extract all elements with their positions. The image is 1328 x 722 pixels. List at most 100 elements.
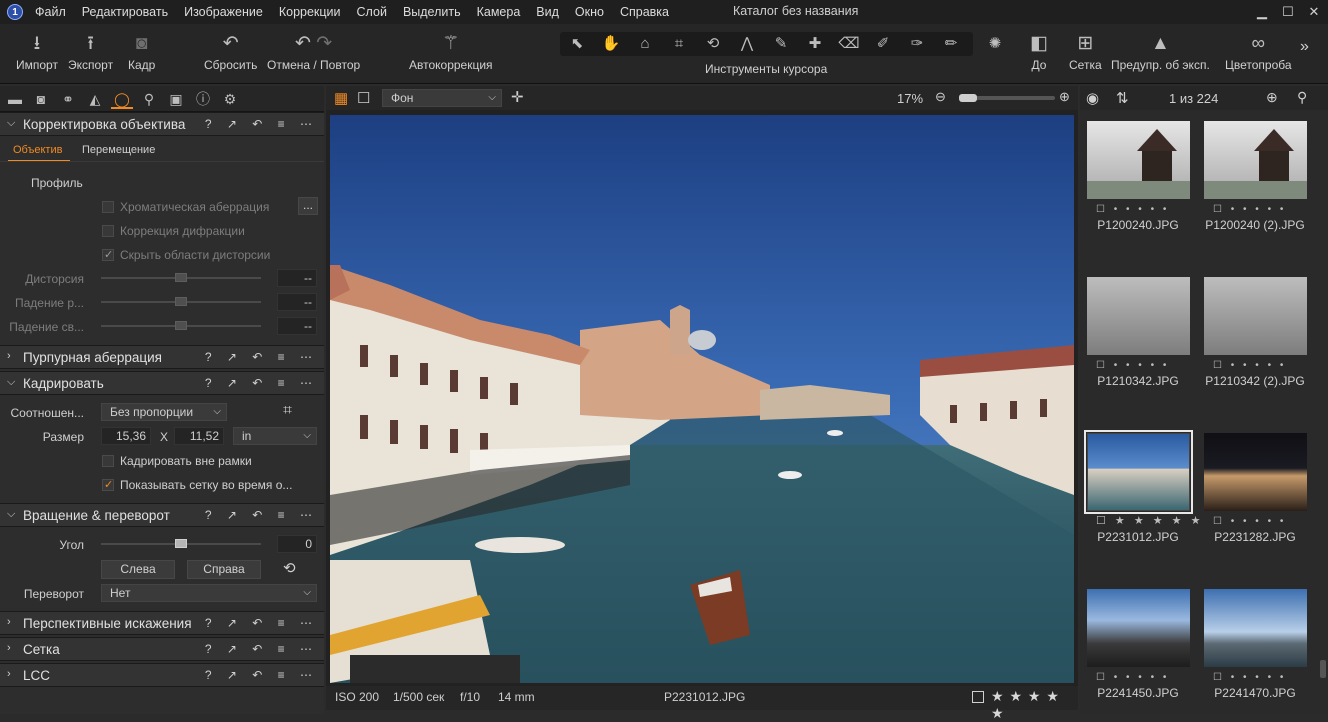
thumbnail-meta[interactable]: ☐ • • • • • — [1096, 360, 1169, 371]
thumbnail-meta[interactable]: ☐ • • • • • — [1213, 360, 1286, 371]
search-icon[interactable]: ⚲ — [1297, 89, 1307, 106]
unit-select[interactable]: in ⌵ — [233, 427, 317, 445]
hide-distortion-checkbox[interactable] — [102, 248, 114, 261]
thumbnail-meta[interactable]: ☐ • • • • • — [1213, 204, 1286, 215]
menu-file[interactable]: Файл — [35, 5, 66, 19]
menu-adjustments[interactable]: Коррекции — [279, 5, 341, 19]
close-icon[interactable]: ✕ — [1304, 2, 1324, 22]
color-tab-icon[interactable]: ⚭ — [57, 89, 79, 109]
lcc-header[interactable]: › LCC ? ↗ ↶ ≡ ⋯ — [0, 663, 324, 687]
crop-tool-icon[interactable]: ⌗ — [666, 34, 692, 54]
thumbnail-6[interactable] — [1204, 433, 1307, 511]
select-cursor-icon[interactable]: ⬉ — [564, 34, 590, 54]
undo-redo-button[interactable]: ↶ ↷ Отмена / Повтор — [267, 32, 360, 72]
menu-view[interactable]: Вид — [536, 5, 559, 19]
thumbnail-5-selected[interactable] — [1084, 430, 1193, 514]
capture-tab-icon[interactable]: ◙ — [30, 89, 52, 109]
import-button[interactable]: ⭳ Импорт — [16, 32, 58, 72]
keystone-icon[interactable]: ⋀ — [734, 34, 760, 54]
background-select[interactable]: Фон ⌵ — [382, 89, 502, 107]
app-logo-icon[interactable]: 1 — [7, 4, 23, 20]
color-tag-checkbox[interactable] — [972, 691, 984, 703]
falloff-value[interactable]: -- — [277, 293, 317, 311]
crop-header[interactable]: ⌵ Кадрировать ? ↗ ↶ ≡ ⋯ — [0, 371, 324, 395]
thumbnail-3[interactable] — [1087, 277, 1190, 355]
section-controls[interactable]: ? ↗ ↶ ≡ ⋯ — [205, 508, 318, 522]
healing-icon[interactable]: ✚ — [802, 34, 828, 54]
metadata-tab-icon[interactable]: ⓘ — [192, 89, 214, 109]
crop-height-input[interactable]: 11,52 — [174, 427, 224, 445]
rotate-left-button[interactable]: Слева — [101, 560, 175, 579]
eye-icon[interactable]: ◉ — [1086, 89, 1099, 107]
rotate-free-icon[interactable]: ⟲ — [283, 559, 296, 577]
thumbnail-8[interactable] — [1204, 589, 1307, 667]
menu-edit[interactable]: Редактировать — [82, 5, 168, 19]
menu-help[interactable]: Справка — [620, 5, 669, 19]
chromatic-checkbox[interactable] — [102, 201, 114, 213]
minimize-icon[interactable]: ▁ — [1252, 2, 1272, 22]
pan-hand-icon[interactable]: ✋ — [598, 34, 624, 54]
move-icon[interactable]: ✛ — [511, 88, 524, 106]
menu-camera[interactable]: Камера — [477, 5, 521, 19]
thumbnail-meta[interactable]: ☐ • • • • • — [1096, 672, 1169, 683]
chromatic-more-button[interactable]: ... — [298, 197, 318, 215]
section-controls[interactable]: ? ↗ ↶ ≡ ⋯ — [205, 350, 318, 364]
loupe-icon[interactable]: ⌂ — [632, 34, 658, 54]
spot-icon[interactable]: ✺ — [982, 34, 1008, 54]
autocorrect-button[interactable]: ⚚ Автокоррекция — [409, 32, 493, 72]
rotation-header[interactable]: ⌵ Вращение & переворот ? ↗ ↶ ≡ ⋯ — [0, 503, 324, 527]
zoom-out-icon[interactable]: ⊖ — [935, 89, 946, 105]
angle-knob[interactable] — [175, 539, 187, 548]
brush-icon[interactable]: ✎ — [768, 34, 794, 54]
lens-tab-icon[interactable]: ◯ — [111, 89, 133, 109]
lens-correction-header[interactable]: ⌵ Корректировка объектива ? ↗ ↶ ≡ ⋯ — [0, 112, 324, 136]
crop-icon[interactable]: ⌗ — [283, 402, 292, 420]
ratio-select[interactable]: Без пропорции ⌵ — [101, 403, 227, 421]
thumbnail-rating[interactable]: ☐ ★ ★ ★ ★ ★ — [1096, 514, 1203, 527]
falloff-knob[interactable] — [175, 297, 187, 306]
thumbnail-1[interactable] — [1087, 121, 1190, 199]
angle-value[interactable]: 0 — [277, 535, 317, 553]
thumbnail-meta[interactable]: ☐ • • • • • — [1213, 672, 1286, 683]
diffraction-checkbox[interactable] — [102, 225, 114, 237]
light-falloff-knob[interactable] — [175, 321, 187, 330]
output-tab-icon[interactable]: ▣ — [165, 89, 187, 109]
section-controls[interactable]: ? ↗ ↶ ≡ ⋯ — [205, 376, 318, 390]
thumbnail-7[interactable] — [1087, 589, 1190, 667]
eraser-icon[interactable]: ⌫ — [836, 34, 862, 54]
gradient-icon[interactable]: ✑ — [904, 34, 930, 54]
export-button[interactable]: ⭱ Экспорт — [68, 32, 113, 72]
menu-window[interactable]: Окно — [575, 5, 604, 19]
rotate-right-button[interactable]: Справа — [187, 560, 261, 579]
tab-lens[interactable]: Объектив — [13, 144, 62, 156]
thumbnail-2[interactable] — [1204, 121, 1307, 199]
annotation-icon[interactable]: ✏ — [938, 34, 964, 54]
settings-tab-icon[interactable]: ⚙ — [219, 89, 241, 109]
capture-button[interactable]: ◙ Кадр — [128, 32, 155, 72]
sort-icon[interactable]: ⇅ — [1116, 89, 1129, 107]
purple-fringing-header[interactable]: › Пурпурная аберрация ? ↗ ↶ ≡ ⋯ — [0, 345, 324, 369]
thumbnail-meta[interactable]: ☐ • • • • • — [1096, 204, 1169, 215]
multi-view-icon[interactable]: ▦ — [334, 89, 348, 107]
thumbnail-meta[interactable]: ☐ • • • • • — [1213, 516, 1286, 527]
menu-image[interactable]: Изображение — [184, 5, 263, 19]
section-controls[interactable]: ? ↗ ↶ ≡ ⋯ — [205, 616, 318, 630]
maximize-icon[interactable]: ☐ — [1278, 2, 1298, 22]
light-falloff-value[interactable]: -- — [277, 317, 317, 335]
section-controls[interactable]: ? ↗ ↶ ≡ ⋯ — [205, 642, 318, 656]
rotate-tool-icon[interactable]: ⟲ — [700, 34, 726, 54]
exposure-warning-button[interactable]: ▲ Предупр. об эксп. — [1111, 32, 1210, 72]
flip-select[interactable]: Нет ⌵ — [101, 584, 317, 602]
menu-select[interactable]: Выделить — [403, 5, 461, 19]
thumbnail-4[interactable] — [1204, 277, 1307, 355]
zoom-in-icon[interactable]: ⊕ — [1059, 89, 1070, 105]
single-view-icon[interactable]: ☐ — [357, 89, 370, 107]
crop-width-input[interactable]: 15,36 — [101, 427, 151, 445]
grid-section-header[interactable]: › Сетка ? ↗ ↶ ≡ ⋯ — [0, 637, 324, 661]
main-photo[interactable] — [330, 115, 1074, 683]
library-tab-icon[interactable]: ▬ — [4, 89, 26, 109]
menu-layer[interactable]: Слой — [357, 5, 387, 19]
crop-outside-checkbox[interactable] — [102, 455, 114, 467]
image-viewer[interactable] — [326, 110, 1078, 686]
tab-movement[interactable]: Перемещение — [82, 144, 155, 156]
